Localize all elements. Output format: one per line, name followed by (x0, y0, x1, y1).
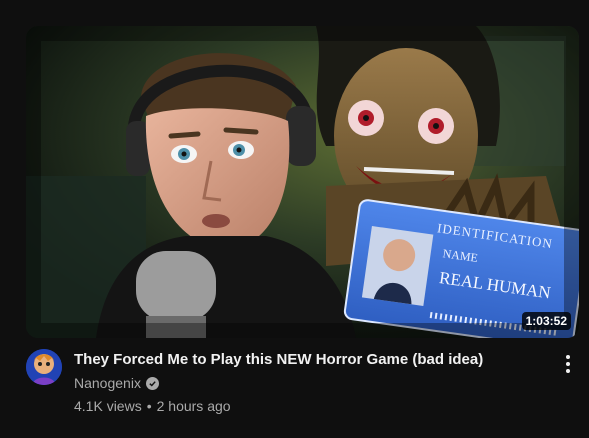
video-title[interactable]: They Forced Me to Play this NEW Horror G… (74, 350, 534, 370)
channel-name[interactable]: Nanogenix (74, 373, 141, 393)
more-vert-icon[interactable] (556, 352, 580, 376)
channel-row: Nanogenix (74, 373, 159, 393)
video-duration: 1:03:52 (521, 312, 571, 330)
verified-check-icon (145, 376, 159, 390)
avatar-image (26, 349, 62, 385)
channel-avatar[interactable] (26, 349, 62, 385)
thumbnail-artwork: IDENTIFICATION NAME REAL HUMAN (26, 26, 579, 338)
video-meta: 4.1K views • 2 hours ago (74, 396, 231, 416)
video-card[interactable]: IDENTIFICATION NAME REAL HUMAN 1:03:52 T… (0, 0, 589, 438)
view-count: 4.1K views (74, 398, 142, 414)
upload-age: 2 hours ago (156, 398, 231, 414)
video-thumbnail[interactable]: IDENTIFICATION NAME REAL HUMAN 1:03:52 (26, 26, 579, 338)
meta-separator: • (146, 398, 152, 414)
